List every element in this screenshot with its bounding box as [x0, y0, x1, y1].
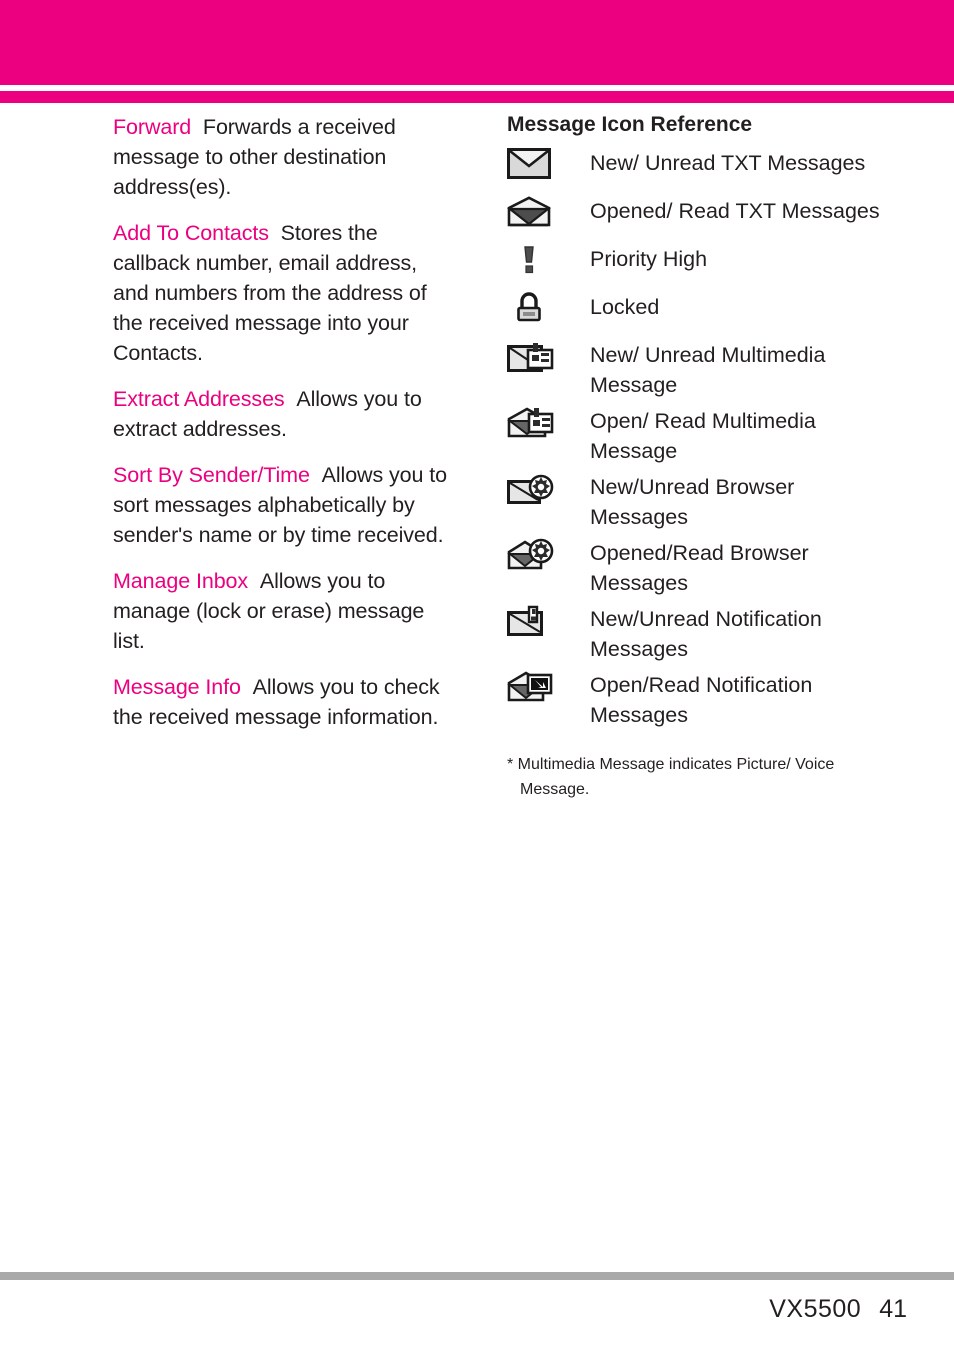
icon-legend-label: Opened/Read Browser Messages [590, 541, 809, 595]
section-title: Message Icon Reference [507, 113, 753, 136]
left-column: Forward Forwards a received message to ot… [113, 112, 458, 748]
exclamation-mark-icon [507, 242, 590, 275]
open-envelope-notification-icon [507, 668, 590, 703]
open-envelope-picture-icon [507, 404, 590, 439]
definition-term: Forward [113, 115, 192, 139]
footer-divider [0, 1272, 954, 1280]
closed-envelope-notification-icon [507, 602, 590, 637]
definition-entry: Forward Forwards a received message to ot… [113, 112, 458, 202]
page-number: 41 [879, 1295, 907, 1323]
definition-term: Manage Inbox [113, 569, 249, 593]
footnote-text: * Multimedia Message indicates Picture/ … [507, 756, 835, 798]
icon-legend-row: Open/ Read Multimedia Message [507, 404, 907, 466]
definition-term: Extract Addresses [113, 387, 285, 411]
footer: VX5500 41 [769, 1294, 907, 1324]
definition-entry: Sort By Sender/Time Allows you to sort me… [113, 460, 458, 550]
icon-legend-label: New/ Unread TXT Messages [590, 151, 866, 175]
icon-legend-label: New/Unread Browser Messages [590, 475, 795, 529]
icon-legend-row: New/ Unread TXT Messages [507, 146, 907, 190]
icon-legend-row: Locked [507, 290, 907, 334]
padlock-icon [507, 290, 590, 323]
icon-legend-label: Open/ Read Multimedia Message [590, 409, 816, 463]
icon-legend-row: Opened/ Read TXT Messages [507, 194, 907, 238]
closed-envelope-icon [507, 146, 590, 179]
device-model: VX5500 [769, 1295, 862, 1323]
icon-legend-row: Priority High [507, 242, 907, 286]
icon-legend-label: Open/Read Notification Messages [590, 673, 813, 727]
icon-legend-row: Open/Read Notification Messages [507, 668, 907, 730]
open-envelope-globe-icon [507, 536, 590, 571]
definition-entry: Message Info Allows you to check the rece… [113, 672, 458, 732]
definition-entry: Add To Contacts Stores the callback numbe… [113, 218, 458, 368]
icon-legend-row: New/ Unread Multimedia Message [507, 338, 907, 400]
open-envelope-icon [507, 194, 590, 227]
definition-entry: Manage Inbox Allows you to manage (lock o… [113, 566, 458, 656]
header-color-band [0, 0, 954, 85]
right-column: Message Icon Reference New/ Unread TXT M… [507, 112, 907, 802]
icon-legend-label: Priority High [590, 247, 708, 271]
closed-envelope-picture-icon [507, 338, 590, 373]
definition-term: Sort By Sender/Time [113, 463, 310, 487]
icon-legend-row: Opened/Read Browser Messages [507, 536, 907, 598]
icon-legend-label: Locked [590, 295, 660, 319]
icon-legend-row: New/Unread Browser Messages [507, 470, 907, 532]
closed-envelope-globe-icon [507, 470, 590, 505]
header-accent-stripe [0, 91, 954, 103]
icon-legend-label: New/Unread Notification Messages [590, 607, 822, 661]
icon-legend-label: New/ Unread Multimedia Message [590, 343, 826, 397]
definition-entry: Extract Addresses Allows you to extract a… [113, 384, 458, 444]
icon-legend-row: New/Unread Notification Messages [507, 602, 907, 664]
icon-legend-label: Opened/ Read TXT Messages [590, 199, 880, 223]
definition-term: Add To Contacts [113, 221, 269, 245]
definition-term: Message Info [113, 675, 241, 699]
